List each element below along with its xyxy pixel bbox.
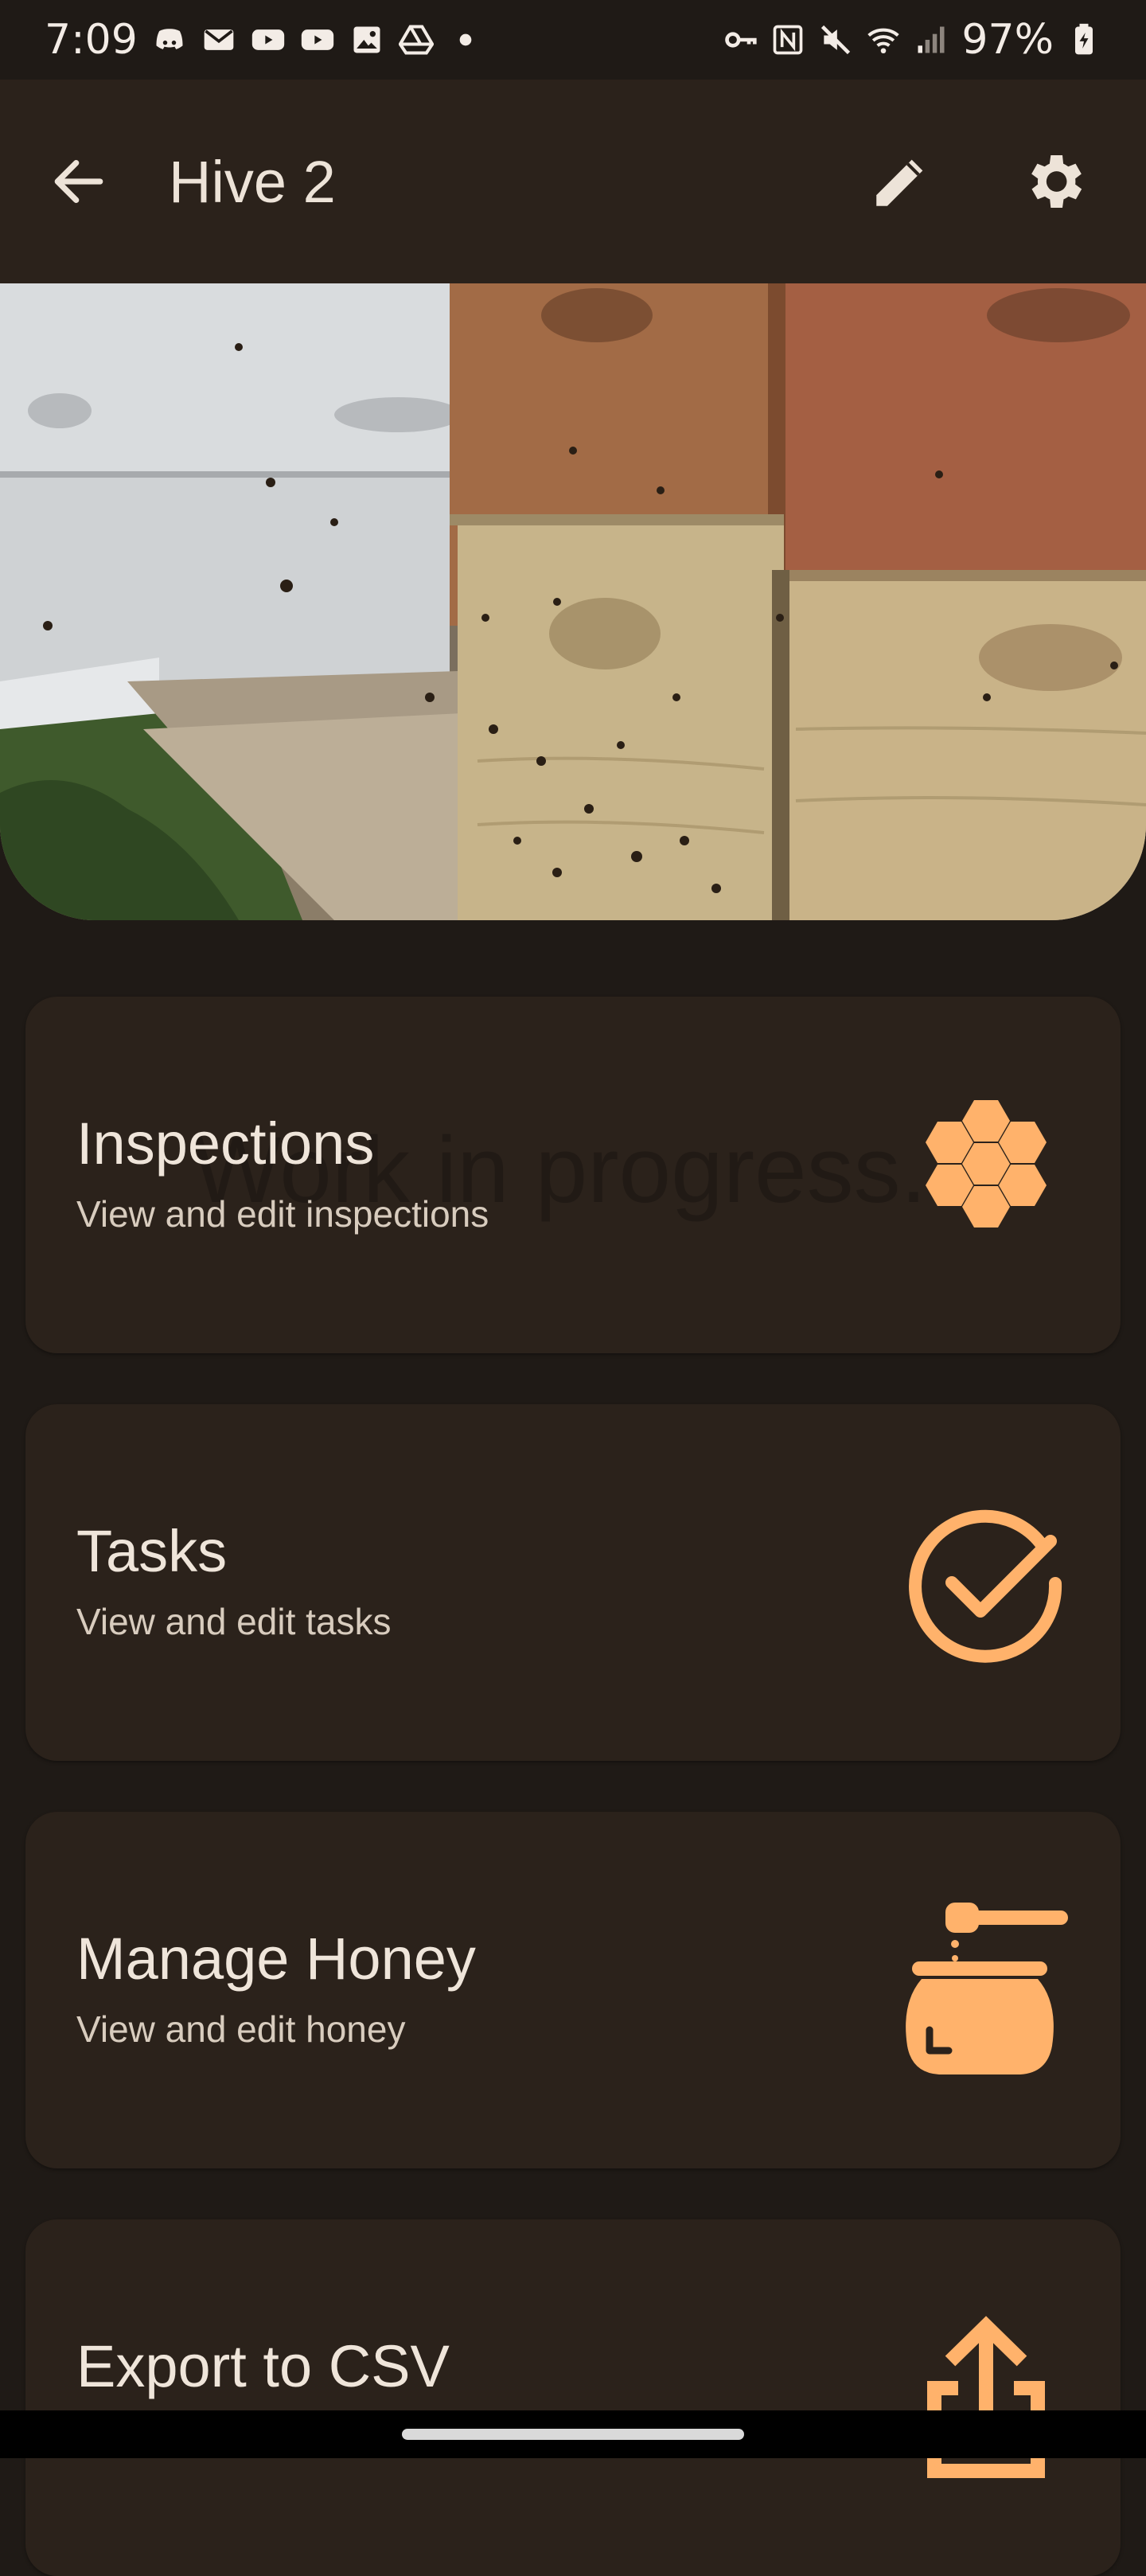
card-export-csv[interactable]: Export to CSV xyxy=(25,2219,1121,2576)
arrow-back-icon xyxy=(54,160,103,203)
check-circle-icon xyxy=(909,1509,1062,1663)
mail-icon xyxy=(204,29,234,50)
signal-icon xyxy=(918,26,945,53)
gesture-nav-bar xyxy=(0,2410,1146,2458)
dot-icon xyxy=(459,33,472,46)
card-subtitle: View and edit inspections xyxy=(76,1193,489,1235)
page-title: Hive 2 xyxy=(169,148,336,215)
status-left: 7:09 xyxy=(45,16,483,64)
gear-icon xyxy=(1031,155,1082,208)
status-time: 7:09 xyxy=(45,16,138,64)
photos-icon xyxy=(353,26,380,53)
settings-button[interactable] xyxy=(1006,134,1101,229)
card-title: Manage Honey xyxy=(76,1926,476,1992)
card-manage-honey[interactable]: Manage Honey View and edit honey xyxy=(25,1812,1121,2168)
wifi-icon xyxy=(867,28,900,54)
nfc-icon xyxy=(774,25,803,55)
app-bar: Hive 2 xyxy=(0,80,1146,283)
card-title: Inspections xyxy=(76,1110,375,1177)
edit-button[interactable] xyxy=(853,134,949,229)
back-button[interactable] xyxy=(35,138,123,225)
home-handle[interactable] xyxy=(402,2429,744,2440)
discord-icon xyxy=(156,29,183,49)
card-title: Tasks xyxy=(76,1518,228,1584)
youtube-icon xyxy=(251,29,284,50)
card-title: Export to CSV xyxy=(76,2333,450,2399)
card-subtitle: View and edit tasks xyxy=(76,1601,392,1642)
pencil-icon xyxy=(876,159,923,206)
youtube-icon xyxy=(301,29,333,50)
battery-percent: 97% xyxy=(961,16,1054,64)
honeycomb-icon xyxy=(926,1100,1047,1228)
mute-icon xyxy=(821,25,851,55)
card-subtitle: View and edit honey xyxy=(76,2008,406,2050)
card-tasks[interactable]: Tasks View and edit tasks xyxy=(25,1404,1121,1761)
battery-charging-icon xyxy=(1075,23,1093,55)
drive-icon xyxy=(398,25,434,55)
status-right: 97% xyxy=(723,16,1101,64)
status-bar: 7:09 97% xyxy=(0,0,1146,80)
card-inspections[interactable]: Work in progress. Inspections View and e… xyxy=(25,997,1121,1353)
vpn-key-icon xyxy=(725,32,758,48)
beehive-photo xyxy=(0,283,1146,920)
honey-jar-icon xyxy=(906,1903,1068,2074)
hero-image xyxy=(0,283,1146,920)
